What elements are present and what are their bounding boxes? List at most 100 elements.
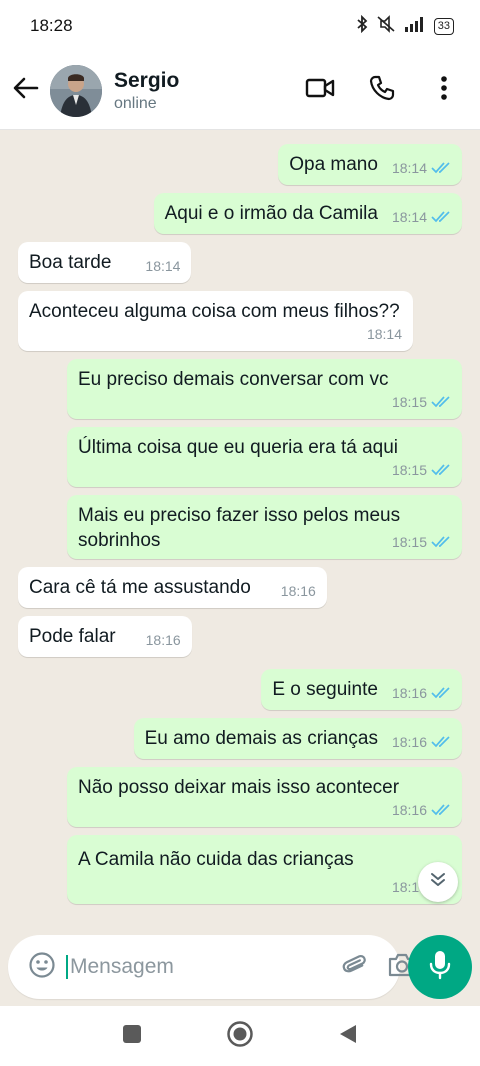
microphone-icon xyxy=(429,950,451,985)
message-bubble[interactable]: Não posso deixar mais isso acontecer 18:… xyxy=(67,767,462,827)
double-check-icon xyxy=(431,736,451,748)
message-text: Eu preciso demais conversar com vc xyxy=(78,369,389,390)
paperclip-icon[interactable] xyxy=(341,951,369,984)
double-check-icon xyxy=(431,536,451,548)
phone-icon xyxy=(369,75,395,106)
back-button[interactable] xyxy=(4,69,48,113)
message-composer xyxy=(0,928,480,1006)
video-call-button[interactable] xyxy=(302,73,338,109)
message-bubble[interactable]: Mais eu preciso fazer isso pelos meus so… xyxy=(67,495,462,559)
back-nav-button[interactable] xyxy=(337,1023,359,1050)
message-row: Eu preciso demais conversar com vc 18:15 xyxy=(0,359,480,419)
message-row: Aconteceu alguma coisa com meus filhos??… xyxy=(0,291,480,351)
message-meta: 18:16 xyxy=(392,684,451,702)
message-time: 18:16 xyxy=(391,684,427,701)
message-bubble[interactable]: Eu preciso demais conversar com vc 18:15 xyxy=(67,359,462,419)
message-time: 18:16 xyxy=(280,582,316,599)
message-time: 18:14 xyxy=(366,325,402,342)
message-input[interactable] xyxy=(66,955,341,979)
message-text: Boa tarde xyxy=(29,252,112,273)
double-check-icon xyxy=(431,687,451,699)
message-row: Mais eu preciso fazer isso pelos meus so… xyxy=(0,495,480,559)
message-row: E o seguinte 18:16 xyxy=(0,669,480,710)
scroll-to-bottom-button[interactable] xyxy=(418,862,458,902)
message-text: Última coisa que eu queria era tá aqui xyxy=(78,437,399,458)
message-text: Não posso deixar mais isso acontecer xyxy=(78,777,400,798)
message-bubble[interactable]: Última coisa que eu queria era tá aqui 1… xyxy=(67,427,462,487)
message-time: 18:14 xyxy=(391,159,427,176)
message-row: Boa tarde 18:14 xyxy=(0,242,480,283)
double-check-icon xyxy=(431,162,451,174)
message-time: 18:15 xyxy=(391,393,427,410)
arrow-left-icon xyxy=(13,77,39,104)
message-bubble[interactable]: Cara cê tá me assustando 18:16 xyxy=(18,567,327,608)
message-text: Pode falar xyxy=(29,626,116,647)
contact-status: online xyxy=(114,94,157,112)
double-check-icon xyxy=(431,396,451,408)
message-list[interactable]: Opa mano 18:14 Aqui e o irmão da Camila … xyxy=(0,131,480,926)
status-time: 18:28 xyxy=(30,16,73,35)
contact-name: Sergio xyxy=(114,68,180,92)
status-bar: 18:28 33 xyxy=(0,0,480,52)
message-meta: 18:15 xyxy=(78,393,451,411)
message-row: Aqui e o irmão da Camila 18:14 xyxy=(0,193,480,234)
header-actions xyxy=(302,73,462,109)
message-bubble[interactable]: Eu amo demais as crianças 18:16 xyxy=(133,718,462,759)
system-navigation-bar xyxy=(0,1006,480,1066)
avatar[interactable] xyxy=(50,64,102,117)
message-meta: 18:16 xyxy=(146,631,181,649)
message-bubble[interactable]: E o seguinte 18:16 xyxy=(261,669,462,710)
message-time: 18:14 xyxy=(391,208,427,225)
recent-apps-button[interactable] xyxy=(121,1023,143,1050)
message-input-container xyxy=(8,935,416,999)
message-bubble[interactable]: Aqui e o irmão da Camila 18:14 xyxy=(153,193,462,234)
more-options-button[interactable] xyxy=(426,73,462,109)
more-vertical-icon xyxy=(440,75,448,106)
message-bubble[interactable]: Aconteceu alguma coisa com meus filhos??… xyxy=(18,291,413,351)
message-row: Opa mano 18:14 xyxy=(0,144,480,185)
message-meta: 18:14 xyxy=(392,159,451,177)
message-row: Última coisa que eu queria era tá aqui 1… xyxy=(0,427,480,487)
voice-message-button[interactable] xyxy=(408,935,472,999)
message-time: 18:15 xyxy=(391,461,427,478)
message-text: E o seguinte xyxy=(272,679,378,700)
message-bubble[interactable]: A Camila não cuida das crianças 18:16 xyxy=(67,835,462,904)
battery-icon: 33 xyxy=(433,17,454,35)
contact-info[interactable]: Sergio online xyxy=(114,69,302,113)
signal-icon xyxy=(404,16,426,37)
double-check-icon xyxy=(431,804,451,816)
message-text: Eu amo demais as crianças xyxy=(144,728,378,749)
message-time: 18:16 xyxy=(145,631,181,648)
message-text: Aconteceu alguma coisa com meus filhos?? xyxy=(29,301,400,322)
message-row: Não posso deixar mais isso acontecer 18:… xyxy=(0,767,480,827)
home-button[interactable] xyxy=(226,1020,254,1053)
message-meta: 18:15 xyxy=(78,461,451,479)
message-bubble[interactable]: Boa tarde 18:14 xyxy=(18,242,192,283)
mute-icon xyxy=(376,14,396,38)
message-row: A Camila não cuida das crianças 18:16 xyxy=(0,835,480,904)
double-check-icon xyxy=(431,464,451,476)
message-row: Pode falar 18:16 xyxy=(0,616,480,657)
message-meta: 18:16 xyxy=(78,801,451,819)
message-row: Cara cê tá me assustando 18:16 xyxy=(0,567,480,608)
bluetooth-icon xyxy=(356,14,368,38)
message-meta: 18:14 xyxy=(29,325,402,343)
chat-header: Sergio online xyxy=(0,52,480,130)
message-bubble[interactable]: Opa mano 18:14 xyxy=(278,144,462,185)
message-text: A Camila não cuida das crianças xyxy=(78,849,354,870)
message-text: Aqui e o irmão da Camila xyxy=(164,203,378,224)
message-time: 18:15 xyxy=(391,533,427,550)
double-check-icon xyxy=(431,211,451,223)
voice-call-button[interactable] xyxy=(364,73,400,109)
double-chevron-down-icon xyxy=(429,872,447,893)
battery-level: 33 xyxy=(437,20,450,32)
message-time: 18:16 xyxy=(391,733,427,750)
message-bubble[interactable]: Pode falar 18:16 xyxy=(18,616,192,657)
message-meta: 18:16 xyxy=(78,878,451,896)
emoji-icon[interactable] xyxy=(28,951,56,984)
video-camera-icon xyxy=(305,77,335,104)
status-icons: 33 xyxy=(356,14,454,38)
message-time: 18:16 xyxy=(391,801,427,818)
message-meta: 18:14 xyxy=(392,208,451,226)
message-text: Opa mano xyxy=(289,154,378,175)
